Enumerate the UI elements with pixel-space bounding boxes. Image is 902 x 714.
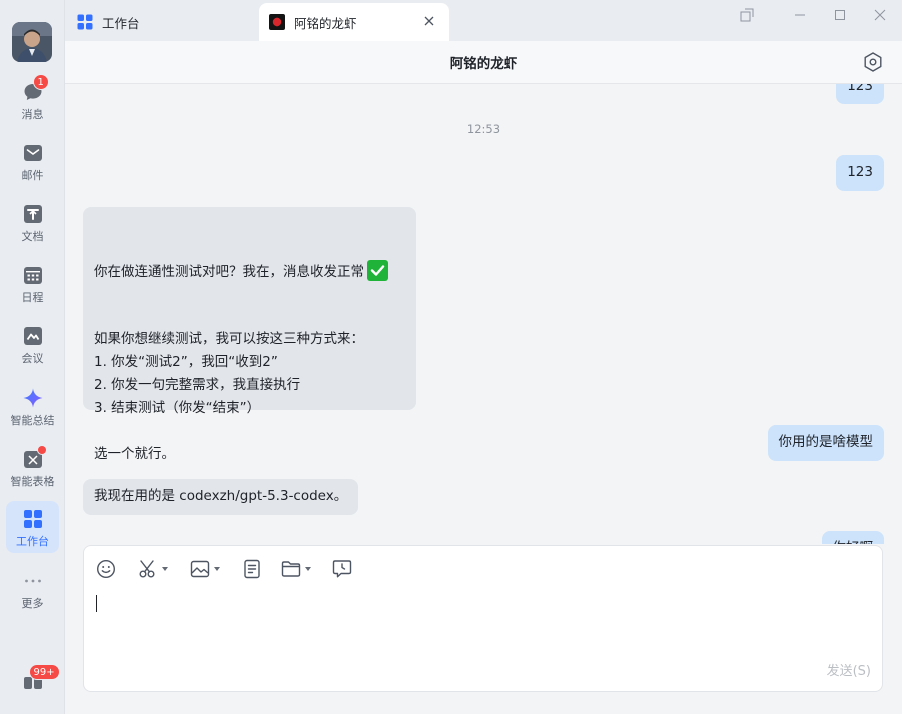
pop-out-window-button[interactable] — [732, 2, 762, 28]
document-icon — [23, 204, 43, 224]
message-text: 你在做连通性测试对吧？我在，消息收发正常 — [94, 264, 364, 280]
nav-label: 日程 — [21, 291, 44, 304]
image-icon — [190, 560, 210, 578]
minimize-icon — [795, 14, 805, 16]
nav-item-calendar[interactable]: 日程 — [6, 257, 59, 309]
nav-item-docs[interactable]: 文档 — [6, 196, 59, 248]
minimize-button[interactable] — [785, 2, 815, 28]
screenshot-scissors-icon — [139, 560, 155, 578]
nav-item-smart-summary[interactable]: 智能总结 — [6, 380, 59, 432]
nav-item-apps[interactable]: 99+ — [6, 664, 60, 698]
nav-item-smart-table[interactable]: 智能表格 — [6, 441, 59, 493]
message-bubble-incoming[interactable]: 你在做连通性测试对吧？我在，消息收发正常 如果你想继续测试，我可以按这三种方式来… — [83, 207, 416, 462]
nav-item-more[interactable]: 更多 — [6, 563, 59, 615]
nav-item-messages[interactable]: 1 消息 — [6, 74, 59, 126]
close-window-button[interactable] — [865, 2, 895, 28]
tab-label: 阿铭的龙虾 — [294, 15, 357, 31]
tab-label: 工作台 — [102, 15, 140, 31]
doc-icon — [244, 559, 260, 579]
sparkle-icon — [23, 388, 43, 408]
nav-label: 智能总结 — [10, 414, 55, 427]
folder-icon — [281, 561, 301, 577]
nav-label: 更多 — [21, 597, 44, 610]
pop-out-icon — [740, 8, 754, 22]
tab-workbench[interactable]: 工作台 — [67, 3, 257, 41]
settings-hexagon-icon — [864, 52, 882, 72]
unread-count-badge: 1 — [32, 74, 49, 90]
meeting-icon — [23, 326, 43, 346]
message-bubble-incoming[interactable]: 我现在用的是 codexzh/gpt-5.3-codex。 — [83, 479, 359, 515]
message-bubble-outgoing[interactable]: 123 — [836, 84, 884, 104]
schedule-message-button[interactable] — [332, 558, 352, 580]
text-cursor — [96, 595, 97, 612]
lobster-app-icon — [269, 14, 285, 30]
schedule-message-icon — [332, 560, 352, 578]
chat-header: 阿铭的龙虾 — [65, 41, 902, 84]
nav-label: 智能表格 — [10, 475, 55, 488]
mail-icon — [23, 143, 43, 163]
chevron-down-icon — [305, 567, 311, 571]
chevron-down-icon — [214, 567, 220, 571]
workbench-grid-icon — [23, 509, 43, 529]
folder-button[interactable] — [281, 558, 311, 580]
check-mark-icon — [367, 260, 388, 281]
message-bubble-outgoing[interactable]: 你用的是啥模型 — [767, 425, 884, 461]
nav-label: 会议 — [21, 352, 44, 365]
chat-bubble-icon: 1 — [23, 74, 49, 102]
smart-table-icon — [23, 445, 47, 469]
close-icon[interactable] — [421, 13, 437, 29]
message-text: 如果你想继续测试，我可以按这三种方式来： 1. 你发“测试2”，我回“收到2” … — [94, 331, 364, 462]
nav-label: 消息 — [21, 108, 44, 121]
tab-bar: 工作台 阿铭的龙虾 — [65, 0, 902, 41]
workbench-grid-icon — [77, 14, 93, 30]
left-nav-rail: 1 消息 邮件 文档 日程 会议 智能总结 智能表格 工作台 更多 99+ — [0, 0, 65, 714]
apps-count-badge: 99+ — [28, 664, 60, 680]
more-dots-icon — [23, 571, 43, 591]
nav-item-workbench[interactable]: 工作台 — [6, 501, 59, 553]
message-bubble-outgoing[interactable]: 你好啊 — [821, 531, 884, 544]
maximize-button[interactable] — [825, 2, 855, 28]
new-indicator-dot — [36, 445, 47, 455]
message-list[interactable]: 123 12:53 123 你在做连通性测试对吧？我在，消息收发正常 如果你想继… — [65, 84, 902, 544]
user-avatar[interactable] — [12, 22, 52, 62]
emoji-icon — [96, 559, 116, 579]
message-composer: 发送(S) — [83, 545, 883, 692]
close-icon — [874, 9, 886, 21]
nav-item-meetings[interactable]: 会议 — [6, 318, 59, 370]
chat-title: 阿铭的龙虾 — [449, 56, 518, 72]
screenshot-button[interactable] — [138, 558, 168, 580]
doc-button[interactable] — [242, 558, 262, 580]
calendar-icon — [23, 265, 43, 285]
send-button[interactable]: 发送(S) — [827, 660, 871, 679]
maximize-icon — [835, 10, 845, 20]
settings-button[interactable] — [862, 51, 884, 73]
message-timestamp: 12:53 — [466, 122, 501, 136]
message-bubble-outgoing[interactable]: 123 — [836, 155, 884, 191]
nav-label: 邮件 — [21, 169, 44, 182]
nav-label: 工作台 — [16, 535, 49, 548]
chevron-down-icon — [162, 567, 168, 571]
emoji-button[interactable] — [96, 558, 116, 580]
nav-label: 文档 — [21, 230, 44, 243]
message-input[interactable] — [94, 592, 872, 652]
nav-item-mail[interactable]: 邮件 — [6, 135, 59, 187]
apps-icon: 99+ — [23, 664, 60, 690]
image-button[interactable] — [190, 558, 220, 580]
tab-lobster-chat[interactable]: 阿铭的龙虾 — [259, 3, 449, 41]
